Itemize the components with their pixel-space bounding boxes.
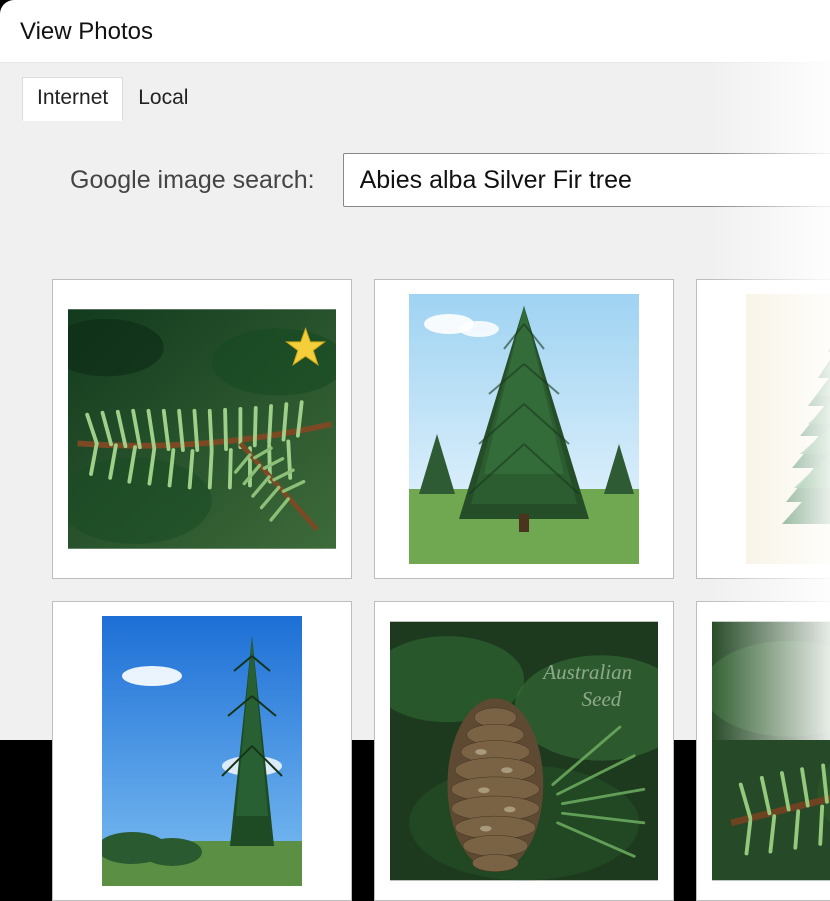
result-card[interactable] — [374, 279, 674, 579]
result-4-fir-tree-sky — [68, 617, 336, 885]
tab-internet[interactable]: Internet — [22, 77, 123, 121]
svg-text:Seed: Seed — [581, 687, 621, 711]
result-card[interactable]: Australian Seed — [374, 601, 674, 901]
result-1-fir-needles-closeup — [68, 295, 336, 563]
result-5-fir-cone-australian-seed: Australian Seed — [390, 617, 658, 885]
window-title: View Photos — [0, 0, 830, 62]
search-input[interactable] — [343, 153, 830, 207]
content-area: Internet Local Google image search: — [0, 62, 830, 740]
result-card[interactable] — [696, 601, 830, 901]
result-6-fir-needles-closeup-2 — [712, 617, 830, 885]
result-card[interactable] — [52, 279, 352, 579]
result-3-fir-tree-illustration — [712, 295, 830, 563]
search-row: Google image search: — [70, 153, 830, 207]
result-card[interactable] — [696, 279, 830, 579]
tab-local[interactable]: Local — [123, 77, 203, 121]
photo-viewer-window: View Photos Internet Local Google image … — [0, 0, 830, 740]
result-card[interactable] — [52, 601, 352, 901]
source-tabs: Internet Local — [22, 77, 830, 121]
result-2-fir-tree-lawn — [390, 295, 658, 563]
results-grid: Australian Seed — [52, 279, 830, 901]
search-label: Google image search: — [70, 166, 315, 195]
svg-text:Australian: Australian — [541, 660, 632, 684]
